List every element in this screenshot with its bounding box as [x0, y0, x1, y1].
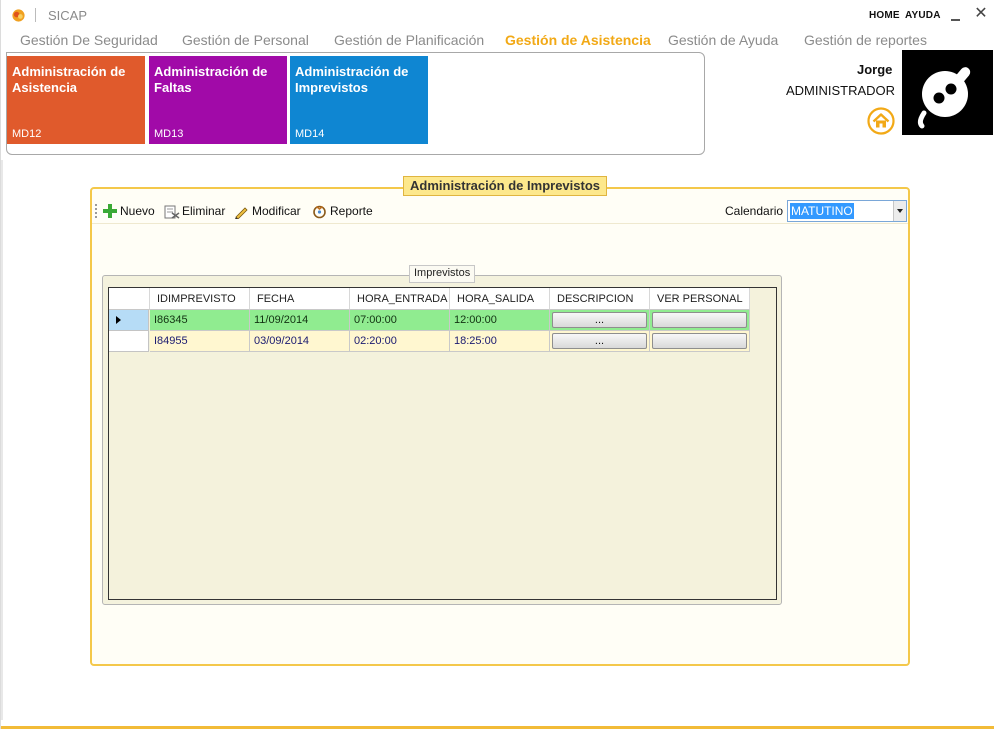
- tab-gestion-ayuda[interactable]: Gestión de Ayuda: [668, 32, 778, 48]
- minimize-button[interactable]: [949, 6, 963, 22]
- column-header-hora-salida[interactable]: HORA_SALIDA: [450, 288, 550, 310]
- imprevistos-grid: IDIMPREVISTO FECHA HORA_ENTRADA HORA_SAL…: [108, 287, 777, 600]
- app-window: SICAP HOME AYUDA ✕ Gestión De Seguridad …: [0, 0, 994, 729]
- tile-administracion-faltas[interactable]: Administración de Faltas MD13: [149, 56, 287, 144]
- cell-idimprevisto[interactable]: I84955: [150, 331, 250, 352]
- app-title: SICAP: [48, 8, 88, 23]
- grid-corner-header: [109, 288, 150, 310]
- window-left-edge: [1, 160, 3, 720]
- tile-code: MD13: [154, 128, 184, 140]
- cell-descripcion: ...: [550, 310, 650, 331]
- row-header[interactable]: [109, 331, 149, 352]
- report-button[interactable]: Reporte: [312, 203, 376, 221]
- toolbar: Nuevo Eliminar Modificar Reporte: [92, 199, 908, 224]
- new-button-label: Nuevo: [120, 204, 155, 218]
- new-button[interactable]: Nuevo: [103, 203, 159, 221]
- delete-button[interactable]: Eliminar: [164, 203, 230, 221]
- home-link[interactable]: HOME: [869, 10, 900, 21]
- tab-gestion-asistencia[interactable]: Gestión de Asistencia: [505, 32, 651, 48]
- user-name: Jorge: [857, 62, 893, 77]
- close-button[interactable]: ✕: [973, 6, 989, 22]
- tile-label: Administración de Faltas: [154, 64, 268, 95]
- row-pointer-icon: [116, 316, 121, 324]
- cell-hora-salida[interactable]: 12:00:00: [450, 310, 550, 331]
- plus-icon: [103, 204, 117, 218]
- cell-ver-personal: [650, 331, 750, 352]
- tab-gestion-planificacion[interactable]: Gestión de Planificación: [334, 32, 484, 48]
- cell-hora-entrada[interactable]: 02:20:00: [350, 331, 450, 352]
- toolbar-grip[interactable]: [95, 204, 97, 218]
- cell-ver-personal: [650, 310, 750, 331]
- avatar: [902, 50, 993, 135]
- tab-gestion-seguridad[interactable]: Gestión De Seguridad: [20, 32, 158, 48]
- tab-gestion-reportes[interactable]: Gestión de reportes: [804, 32, 927, 48]
- title-bar: SICAP HOME AYUDA ✕: [1, 0, 994, 30]
- cell-descripcion: ...: [550, 331, 650, 352]
- tile-label: Administración de Asistencia: [12, 64, 126, 95]
- tile-code: MD14: [295, 128, 325, 140]
- column-header-idimprevisto[interactable]: IDIMPREVISTO: [150, 288, 250, 310]
- tile-administracion-imprevistos[interactable]: Administración de Imprevistos MD14: [290, 56, 428, 144]
- cell-idimprevisto[interactable]: I86345: [150, 310, 250, 331]
- delete-button-label: Eliminar: [182, 204, 226, 218]
- report-icon: [313, 205, 326, 219]
- user-avatar-icon: [917, 67, 971, 129]
- descripcion-button[interactable]: ...: [552, 312, 647, 328]
- column-header-hora-entrada[interactable]: HORA_ENTRADA: [350, 288, 450, 310]
- cell-hora-entrada[interactable]: 07:00:00: [350, 310, 450, 331]
- row-header-selected[interactable]: [109, 310, 149, 331]
- panel-title: Administración de Imprevistos: [403, 176, 607, 196]
- column-header-ver-personal[interactable]: VER PERSONAL: [650, 288, 750, 310]
- group-title: Imprevistos: [409, 265, 476, 283]
- tab-gestion-personal[interactable]: Gestión de Personal: [182, 32, 309, 48]
- calendar-label: Calendario: [725, 204, 784, 218]
- home-icon[interactable]: [867, 107, 895, 135]
- tile-code: MD12: [12, 128, 42, 140]
- tile-administracion-asistencia[interactable]: Administración de Asistencia MD12: [7, 56, 145, 144]
- edit-button-label: Modificar: [252, 204, 301, 218]
- chevron-down-icon[interactable]: [893, 201, 906, 221]
- title-separator: [35, 8, 36, 22]
- edit-button[interactable]: Modificar: [234, 203, 308, 221]
- delete-icon: [164, 205, 180, 219]
- pencil-icon: [235, 207, 248, 219]
- user-role: ADMINISTRADOR: [786, 83, 896, 98]
- calendar-select[interactable]: MATUTINO: [787, 200, 907, 222]
- help-link[interactable]: AYUDA: [905, 10, 941, 21]
- app-logo-icon: [12, 9, 25, 22]
- calendar-value: MATUTINO: [790, 203, 854, 219]
- module-tile-panel: Administración de Asistencia MD12 Admini…: [6, 52, 705, 155]
- descripcion-button[interactable]: ...: [552, 333, 647, 349]
- tile-label: Administración de Imprevistos: [295, 64, 409, 95]
- column-header-descripcion[interactable]: DESCRIPCION: [550, 288, 650, 310]
- report-button-label: Reporte: [330, 204, 373, 218]
- ver-personal-button[interactable]: [652, 333, 747, 349]
- cell-hora-salida[interactable]: 18:25:00: [450, 331, 550, 352]
- cell-fecha[interactable]: 03/09/2014: [250, 331, 350, 352]
- cell-fecha[interactable]: 11/09/2014: [250, 310, 350, 331]
- column-header-fecha[interactable]: FECHA: [250, 288, 350, 310]
- ver-personal-button[interactable]: [652, 312, 747, 328]
